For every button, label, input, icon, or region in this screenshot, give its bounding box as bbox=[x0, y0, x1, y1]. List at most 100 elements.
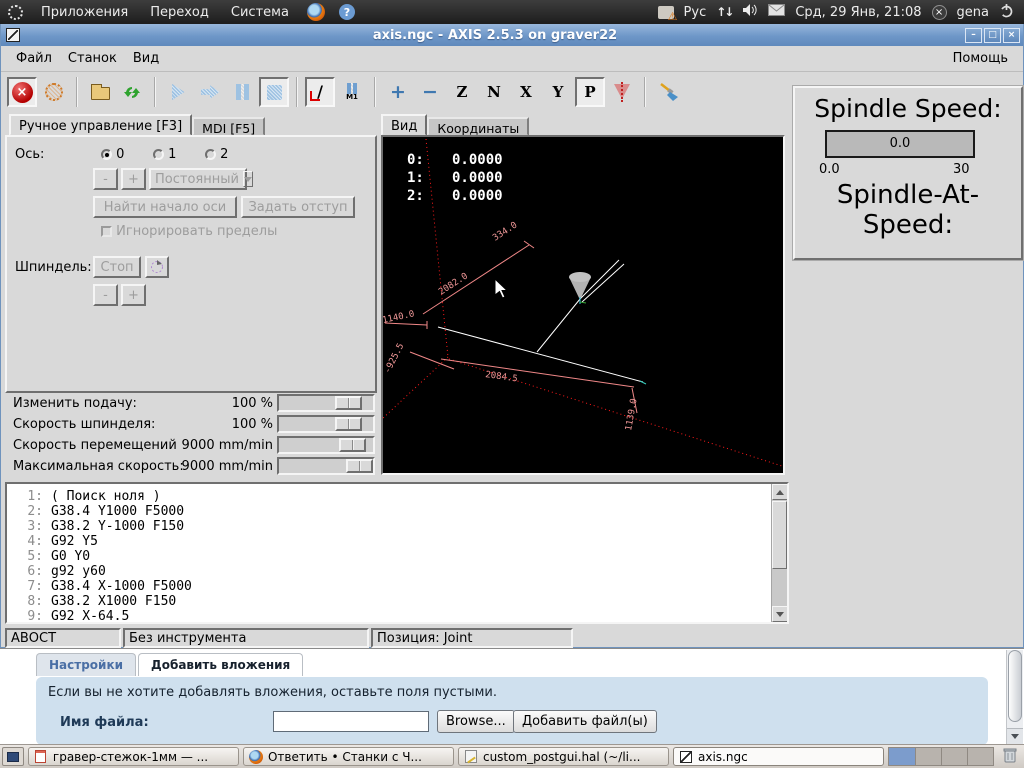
volume-icon[interactable] bbox=[742, 3, 758, 21]
menu-places[interactable]: Переход bbox=[146, 3, 213, 22]
add-files-button[interactable]: Добавить файл(ы) bbox=[513, 710, 657, 733]
axis-radio-1[interactable]: 1 bbox=[153, 147, 176, 162]
stop-button[interactable] bbox=[259, 77, 289, 107]
workspace-3[interactable] bbox=[941, 748, 967, 765]
slider-thumb[interactable] bbox=[346, 459, 373, 473]
axis-radio-2[interactable]: 2 bbox=[205, 147, 228, 162]
tab-add-attachments[interactable]: Добавить вложения bbox=[138, 653, 303, 676]
preview-canvas[interactable]: 334.0 2082.0 1140.0 -925.5 2084.5 1139.0 bbox=[381, 135, 785, 475]
desktop: Приложения Переход Система ? ⚠ Рус ↑↓ Ср… bbox=[0, 0, 1024, 768]
maximize-button[interactable]: □ bbox=[984, 28, 1001, 43]
jog-plus-button[interactable]: + bbox=[121, 168, 146, 190]
menu-view[interactable]: Вид bbox=[126, 48, 166, 69]
pause-button[interactable] bbox=[227, 77, 257, 107]
estop-button[interactable]: × bbox=[7, 77, 37, 107]
override-limits-checkbox[interactable]: Игнорировать пределы bbox=[101, 224, 277, 239]
scrollbar-thumb[interactable] bbox=[1008, 650, 1022, 722]
trash-icon[interactable] bbox=[1002, 746, 1018, 768]
open-file-button[interactable] bbox=[85, 77, 115, 107]
distro-logo-icon[interactable] bbox=[8, 5, 23, 20]
slider-thumb[interactable] bbox=[335, 417, 362, 431]
window-titlebar[interactable]: axis.ngc - AXIS 2.5.3 on graver22 – □ × bbox=[1, 24, 1023, 46]
scrollbar-thumb[interactable] bbox=[772, 501, 787, 569]
spindle-plus-button[interactable]: + bbox=[121, 284, 146, 306]
tab-mdi[interactable]: MDI [F5] bbox=[192, 117, 265, 136]
gcode-scrollbar[interactable] bbox=[771, 484, 787, 622]
view-z2-button[interactable]: N bbox=[479, 77, 509, 107]
home-axis-button[interactable]: Найти начало оси bbox=[93, 196, 237, 218]
max-velocity-label: Максимальная скорость: bbox=[13, 459, 184, 474]
run-from-line-button[interactable] bbox=[195, 77, 225, 107]
jog-speed-slider[interactable] bbox=[277, 436, 375, 454]
firefox-launcher-icon[interactable] bbox=[307, 3, 325, 21]
run-button[interactable] bbox=[163, 77, 193, 107]
spindle-stop-button[interactable]: Стоп bbox=[93, 256, 141, 278]
menu-system[interactable]: Система bbox=[227, 3, 293, 22]
gcode-listing[interactable]: 1:( Поиск ноля ) 2:G38.4 Y1000 F5000 3:G… bbox=[5, 482, 789, 624]
view-perspective-button[interactable]: P bbox=[575, 77, 605, 107]
spindle-minus-button[interactable]: - bbox=[93, 284, 118, 306]
user-status-icon[interactable]: × bbox=[932, 5, 947, 20]
menu-machine[interactable]: Станок bbox=[61, 48, 124, 69]
scroll-down-icon[interactable] bbox=[772, 606, 788, 622]
view-y-button[interactable]: Y bbox=[543, 77, 573, 107]
clear-plot-button[interactable] bbox=[653, 77, 683, 107]
username[interactable]: gena bbox=[957, 5, 989, 20]
workspace-1[interactable] bbox=[889, 748, 915, 765]
help-launcher-icon[interactable]: ? bbox=[339, 4, 355, 20]
optional-pause-button[interactable]: M1 bbox=[337, 77, 367, 107]
reload-file-button[interactable] bbox=[117, 77, 147, 107]
spindle-brake-button[interactable] bbox=[145, 256, 169, 278]
view-x-button[interactable]: X bbox=[511, 77, 541, 107]
text-editor-icon bbox=[465, 750, 477, 763]
machine-power-button[interactable] bbox=[39, 77, 69, 107]
keyboard-layout-indicator[interactable]: Рус bbox=[684, 5, 707, 20]
tab-preview[interactable]: Вид bbox=[381, 114, 427, 136]
touch-off-button[interactable]: Задать отступ bbox=[241, 196, 355, 218]
skip-lines-button[interactable]: / bbox=[305, 77, 335, 107]
task-editor[interactable]: custom_postgui.hal (~/li... bbox=[458, 747, 669, 766]
show-desktop-button[interactable] bbox=[2, 747, 24, 766]
view-z-button[interactable]: Z bbox=[447, 77, 477, 107]
updown-arrows-icon[interactable]: ↑↓ bbox=[716, 5, 732, 19]
feed-override-slider[interactable] bbox=[277, 394, 375, 412]
close-button[interactable]: × bbox=[1003, 28, 1020, 43]
clock[interactable]: Срд, 29 Янв, 21:08 bbox=[795, 5, 921, 20]
task-firefox[interactable]: Ответить • Станки с Ч... bbox=[243, 747, 454, 766]
menu-file[interactable]: Файл bbox=[9, 48, 59, 69]
browser-scrollbar[interactable] bbox=[1006, 650, 1023, 744]
task-gimp-file[interactable]: гравер-стежок-1мм — ... bbox=[28, 747, 239, 766]
gcode-line: 7:G38.4 X-1000 F5000 bbox=[7, 579, 787, 594]
zoom-in-button[interactable]: + bbox=[383, 77, 413, 107]
gcode-line: 8:G38.2 X1000 F150 bbox=[7, 594, 787, 609]
tab-settings[interactable]: Настройки bbox=[36, 653, 136, 676]
menu-help[interactable]: Помощь bbox=[946, 48, 1015, 69]
power-icon[interactable] bbox=[999, 3, 1014, 22]
workspace-4[interactable] bbox=[967, 748, 993, 765]
menu-applications[interactable]: Приложения bbox=[37, 3, 132, 22]
scroll-down-icon[interactable] bbox=[1007, 728, 1023, 744]
tab-dro[interactable]: Координаты bbox=[427, 117, 529, 136]
task-axis[interactable]: axis.ngc bbox=[673, 747, 884, 766]
gcode-line: 5:G0 Y0 bbox=[7, 549, 787, 564]
rotate-view-button[interactable] bbox=[607, 77, 637, 107]
zoom-out-button[interactable]: − bbox=[415, 77, 445, 107]
browse-button[interactable]: Browse... bbox=[437, 710, 515, 733]
jog-mode-combobox[interactable]: Постоянный bbox=[149, 168, 247, 190]
notification-warning-icon[interactable]: ⚠ bbox=[658, 6, 674, 19]
filename-input[interactable] bbox=[273, 711, 429, 732]
slider-thumb[interactable] bbox=[335, 396, 362, 410]
axis-radio-0[interactable]: 0 bbox=[101, 147, 124, 162]
minimize-button[interactable]: – bbox=[965, 28, 982, 43]
slider-thumb[interactable] bbox=[339, 438, 366, 452]
gcode-line: 9:G92 X-64.5 bbox=[7, 609, 787, 624]
jog-minus-button[interactable]: - bbox=[93, 168, 118, 190]
workspace-2[interactable] bbox=[915, 748, 941, 765]
spindle-override-slider[interactable] bbox=[277, 415, 375, 433]
workspace-switcher[interactable] bbox=[888, 747, 994, 766]
tab-manual-control[interactable]: Ручное управление [F3] bbox=[9, 114, 192, 136]
mail-icon[interactable] bbox=[768, 4, 785, 20]
scroll-up-icon[interactable] bbox=[772, 484, 788, 500]
max-velocity-slider[interactable] bbox=[277, 457, 375, 475]
spindle-scale-max: 30 bbox=[953, 162, 970, 177]
